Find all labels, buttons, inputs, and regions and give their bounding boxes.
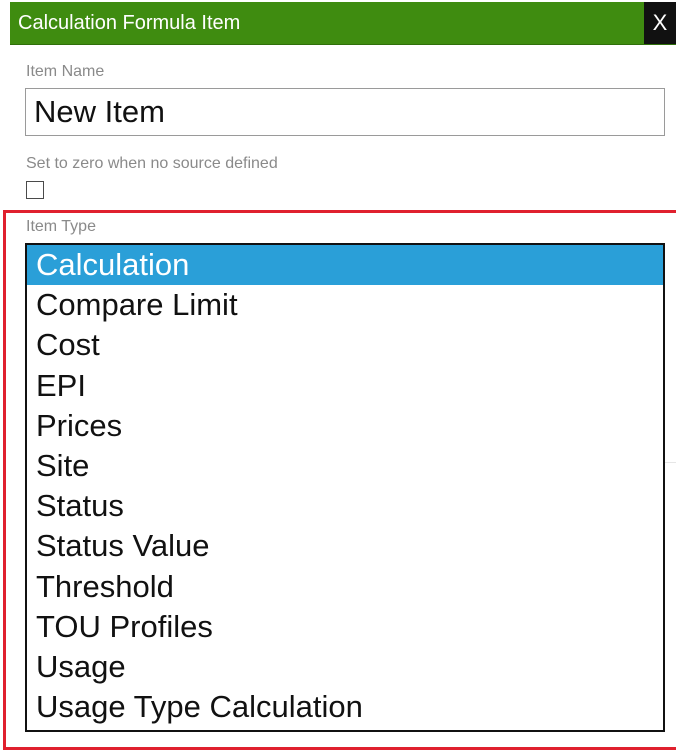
item-type-option[interactable]: Prices [27,406,663,446]
item-type-option[interactable]: Usage [27,647,663,687]
zero-when-no-source-label: Set to zero when no source defined [26,155,278,172]
item-name-input[interactable] [25,88,665,136]
item-type-label: Item Type [26,218,96,235]
divider [665,462,676,463]
item-type-option[interactable]: Usage Type Calculation [27,687,663,727]
item-type-listbox[interactable]: Calculation Compare Limit Cost EPI Price… [25,243,665,732]
zero-when-no-source-checkbox[interactable] [26,181,44,199]
item-type-option[interactable]: Status [27,486,663,526]
item-type-option[interactable]: Status Value [27,526,663,566]
item-type-option[interactable]: Calculation [27,245,663,286]
item-type-option[interactable]: Site [27,446,663,486]
dialog-title: Calculation Formula Item [18,12,241,34]
item-type-option[interactable]: TOU Profiles [27,607,663,647]
item-name-label: Item Name [26,63,105,80]
item-type-option[interactable]: EPI [27,366,663,406]
item-type-option[interactable]: Compare Limit [27,285,663,325]
item-type-option[interactable]: Threshold [27,567,663,607]
item-type-option[interactable]: Cost [27,325,663,365]
close-button[interactable]: X [644,2,676,44]
dialog-titlebar: Calculation Formula Item X [10,2,676,45]
